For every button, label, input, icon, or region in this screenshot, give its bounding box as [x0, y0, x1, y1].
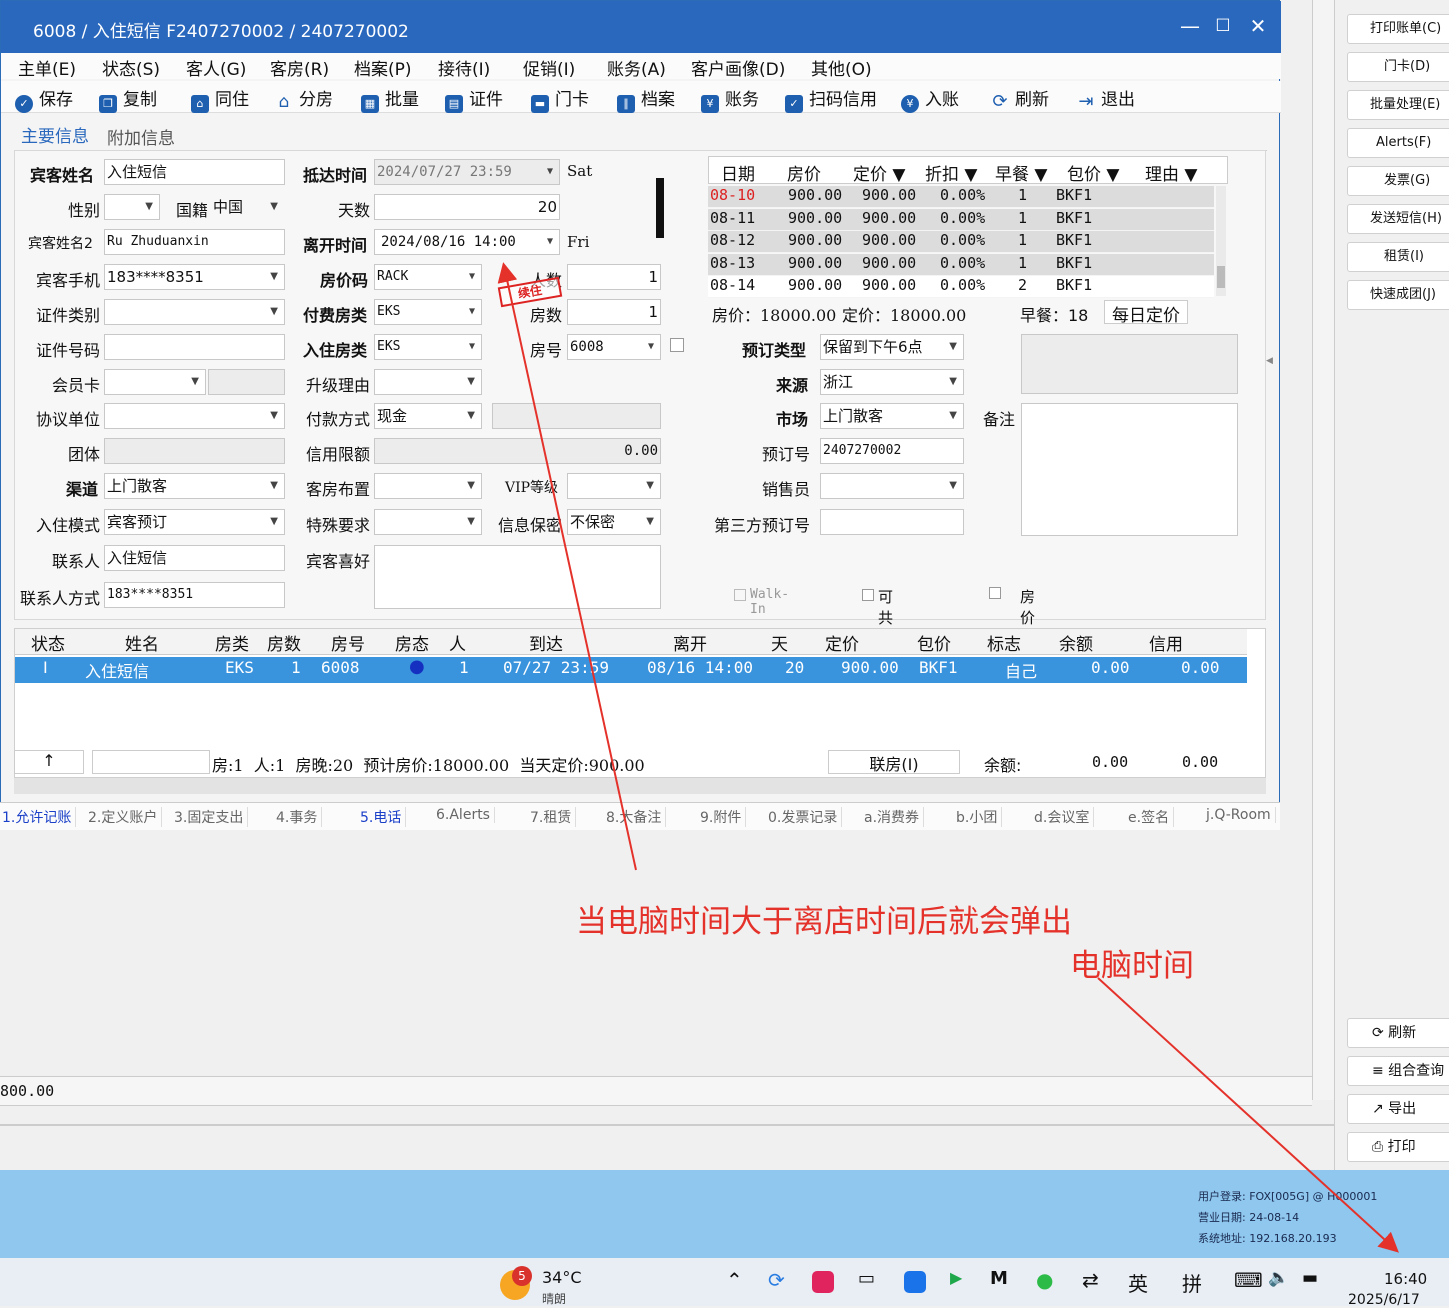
annotation-arrow-depart	[497, 262, 637, 871]
annotation-main: 当电脑时间大于离店时间后就会弹出	[576, 904, 1072, 940]
annotation-arrow-clock	[1097, 977, 1399, 1253]
annotation-sub: 电脑时间	[1070, 948, 1194, 984]
annotation-arrows	[497, 262, 1399, 1253]
